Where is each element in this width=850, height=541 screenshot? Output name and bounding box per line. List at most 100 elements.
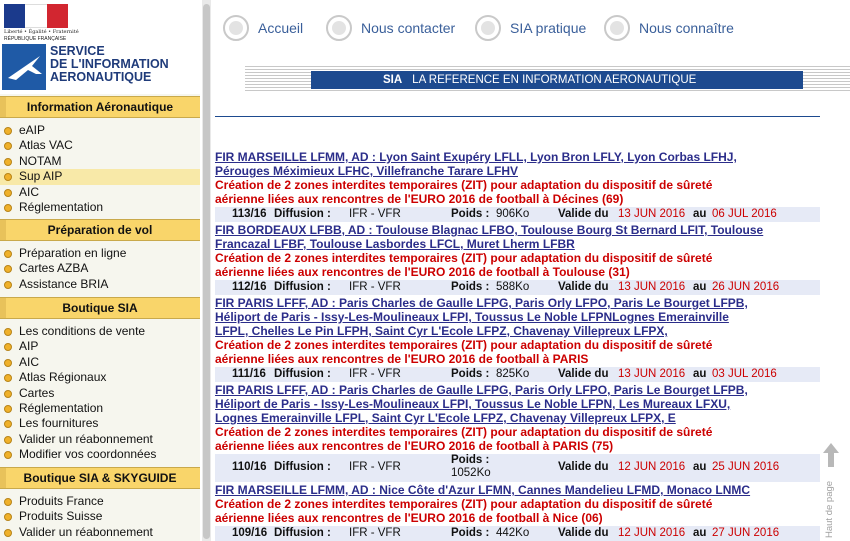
entry-description: Création de 2 zones interdites temporair…	[215, 497, 713, 525]
marianne-flag-icon	[4, 4, 68, 28]
sidebar-menu-item[interactable]: Sup AIP	[0, 169, 200, 185]
sidebar-menu-label: Cartes AZBA	[19, 261, 89, 276]
sidebar-menu-item[interactable]: Cartes	[0, 386, 200, 401]
entry-description: Création de 2 zones interdites temporair…	[215, 178, 713, 206]
sidebar-menu-item[interactable]: Les conditions de vente	[0, 324, 200, 339]
sup-aip-entry: FIR MARSEILLE LFMM, AD : Lyon Saint Exup…	[215, 150, 820, 222]
valid-from-date: 13 JUN 2016	[618, 281, 686, 293]
entry-title-link[interactable]: FIR MARSEILLE LFMM, AD : Nice Côte d'Azu…	[215, 483, 820, 497]
entry-title-link[interactable]: FIR PARIS LFFF, AD : Paris Charles de Ga…	[215, 296, 820, 338]
valid-from-date: 12 JUN 2016	[618, 527, 686, 539]
valid-from-date: 12 JUN 2016	[618, 461, 686, 473]
sidebar-menu-item[interactable]: Produits Suisse	[0, 509, 200, 524]
sidebar-menu-item[interactable]: Les fournitures	[0, 416, 200, 431]
nav-connaitre-label: Nous connaître	[639, 20, 734, 36]
sidebar-menu-label: Valider un réabonnement	[19, 524, 153, 539]
sidebar-menu-item[interactable]: Valider un réabonnement	[0, 525, 200, 540]
poids-label: Poids :	[451, 527, 490, 539]
valid-to-date: 06 JUL 2016	[712, 208, 777, 220]
sidebar-menu-item[interactable]: AIP	[0, 339, 200, 354]
back-to-top-label: Haut de page	[824, 480, 835, 538]
sia-banner: SIA LA REFERENCE EN INFORMATION AERONAUTI…	[245, 58, 850, 102]
nav-nous-connaitre[interactable]: Nous connaître	[604, 14, 734, 42]
bullet-icon	[4, 250, 12, 258]
entry-title-link[interactable]: FIR MARSEILLE LFMM, AD : Lyon Saint Exup…	[215, 150, 820, 178]
diffusion-label: Diffusion :	[274, 527, 331, 539]
nav-sia-pratique[interactable]: SIA pratique	[475, 14, 586, 42]
poids-label: Poids :	[451, 208, 490, 220]
poids-value: 588Ko	[496, 281, 530, 293]
valid-from-date: 13 JUN 2016	[618, 368, 686, 380]
entry-number[interactable]: 110/16	[232, 460, 267, 475]
entry-number[interactable]: 111/16	[232, 367, 266, 382]
sidebar-menu-item[interactable]: Réglementation	[0, 401, 200, 416]
sidebar-menu-label: Les conditions de vente	[19, 324, 146, 338]
sup-aip-entry: FIR MARSEILLE LFMM, AD : Nice Côte d'Azu…	[215, 483, 820, 541]
back-to-top[interactable]: Haut de page	[818, 440, 846, 541]
entry-number[interactable]: 109/16	[232, 526, 267, 541]
bullet-icon	[4, 173, 12, 182]
bullet-icon	[4, 127, 12, 135]
sidebar-menu-item[interactable]: AIC	[0, 355, 200, 370]
entry-title-link[interactable]: FIR PARIS LFFF, AD : Paris Charles de Ga…	[215, 383, 820, 425]
valid-to-date: 03 JUL 2016	[712, 368, 777, 380]
sidebar-menu-item[interactable]: AIC	[0, 185, 200, 200]
sidebar-menu-label: Valider un réabonnement	[19, 431, 153, 446]
entry-number[interactable]: 112/16	[232, 280, 267, 295]
valide-label: Valide du	[558, 208, 609, 220]
sidebar-menu-item[interactable]: Produits France	[0, 494, 200, 509]
bullet-icon	[4, 265, 12, 274]
top-navigation: Accueil Nous contacter SIA pratique Nous…	[215, 0, 850, 54]
sidebar-menu-label: Les fournitures	[19, 416, 99, 431]
section-menu: Préparation en ligne Cartes AZBA Assistanc…	[0, 246, 200, 292]
valide-label: Valide du	[558, 368, 609, 380]
section-menu: eAIP Atlas VAC NOTAM Sup AIP AIC Réglementati…	[0, 123, 200, 215]
sidebar-menu-label: eAIP	[19, 123, 46, 137]
valide-label: Valide du	[558, 527, 609, 539]
sidebar-menu-item[interactable]: Modifier vos coordonnées	[0, 447, 200, 462]
poids-value: 906Ko	[496, 208, 530, 220]
nav-accueil[interactable]: Accueil	[223, 14, 303, 42]
sidebar-scrollbar[interactable]	[202, 0, 211, 541]
section-header: Boutique SIA	[0, 297, 200, 319]
entry-title-link[interactable]: FIR BORDEAUX LFBB, AD : Toulouse Blagnac…	[215, 223, 820, 251]
section-menu: Les conditions de vente AIP AIC Atlas Régio…	[0, 324, 200, 463]
sia-logo[interactable]: Liberté • Égalité • Fraternité RÉPUBLIQU…	[0, 0, 200, 94]
sidebar-menu-item[interactable]: Réglementation	[0, 200, 200, 215]
valide-label: Valide du	[558, 281, 609, 293]
nav-pratique-label: SIA pratique	[510, 20, 587, 36]
bullet-icon	[4, 513, 12, 522]
sidebar-menu-item[interactable]: Assistance BRIA	[0, 277, 200, 292]
logo-text: SERVICE DE L'INFORMATION AERONAUTIQUE	[50, 44, 169, 84]
bullet-icon	[4, 374, 12, 383]
diffusion-label: Diffusion :	[274, 461, 331, 473]
bullet-icon	[4, 435, 12, 444]
section-header: Information Aéronautique	[0, 96, 200, 118]
sidebar-menu-item[interactable]: Cartes AZBA	[0, 261, 200, 276]
nav-accueil-label: Accueil	[258, 20, 304, 36]
diffusion-value: IFR - VFR	[349, 527, 401, 539]
sidebar-menu-label: AIC	[19, 354, 40, 369]
entry-description: Création de 2 zones interdites temporair…	[215, 338, 713, 366]
sidebar-menu-label: Cartes	[19, 385, 55, 400]
sidebar-menu-item[interactable]: Atlas Régionaux	[0, 370, 200, 385]
entry-number[interactable]: 113/16	[232, 207, 267, 222]
sidebar-menu-label: Modifier vos coordonnées	[19, 447, 157, 462]
sidebar-menu-item[interactable]: eAIP	[0, 123, 200, 138]
entry-meta-row: 109/16 Diffusion : IFR - VFR Poids : 442Ko Va…	[215, 526, 820, 541]
diffusion-label: Diffusion :	[274, 368, 331, 380]
sidebar-menu-item[interactable]: Valider un réabonnement	[0, 432, 200, 447]
poids-value: 442Ko	[496, 527, 530, 539]
scrollbar-thumb[interactable]	[203, 4, 210, 539]
bullet-icon	[4, 420, 12, 429]
sidebar-menu-label: Produits Suisse	[19, 509, 103, 524]
sidebar-menu-item[interactable]: Préparation en ligne	[0, 246, 200, 261]
poids-value: 825Ko	[496, 368, 530, 380]
sidebar-menu-item[interactable]: NOTAM	[0, 154, 200, 169]
sidebar-menu-label: Atlas Régionaux	[19, 370, 107, 385]
nav-contact[interactable]: Nous contacter	[326, 14, 455, 42]
sidebar-menu-item[interactable]: Atlas VAC	[0, 138, 200, 153]
poids-label: Poids :	[451, 281, 490, 293]
section-header: Préparation de vol	[0, 219, 200, 241]
banner-tagline: LA REFERENCE EN INFORMATION AERONAUTIQUE	[412, 74, 697, 86]
